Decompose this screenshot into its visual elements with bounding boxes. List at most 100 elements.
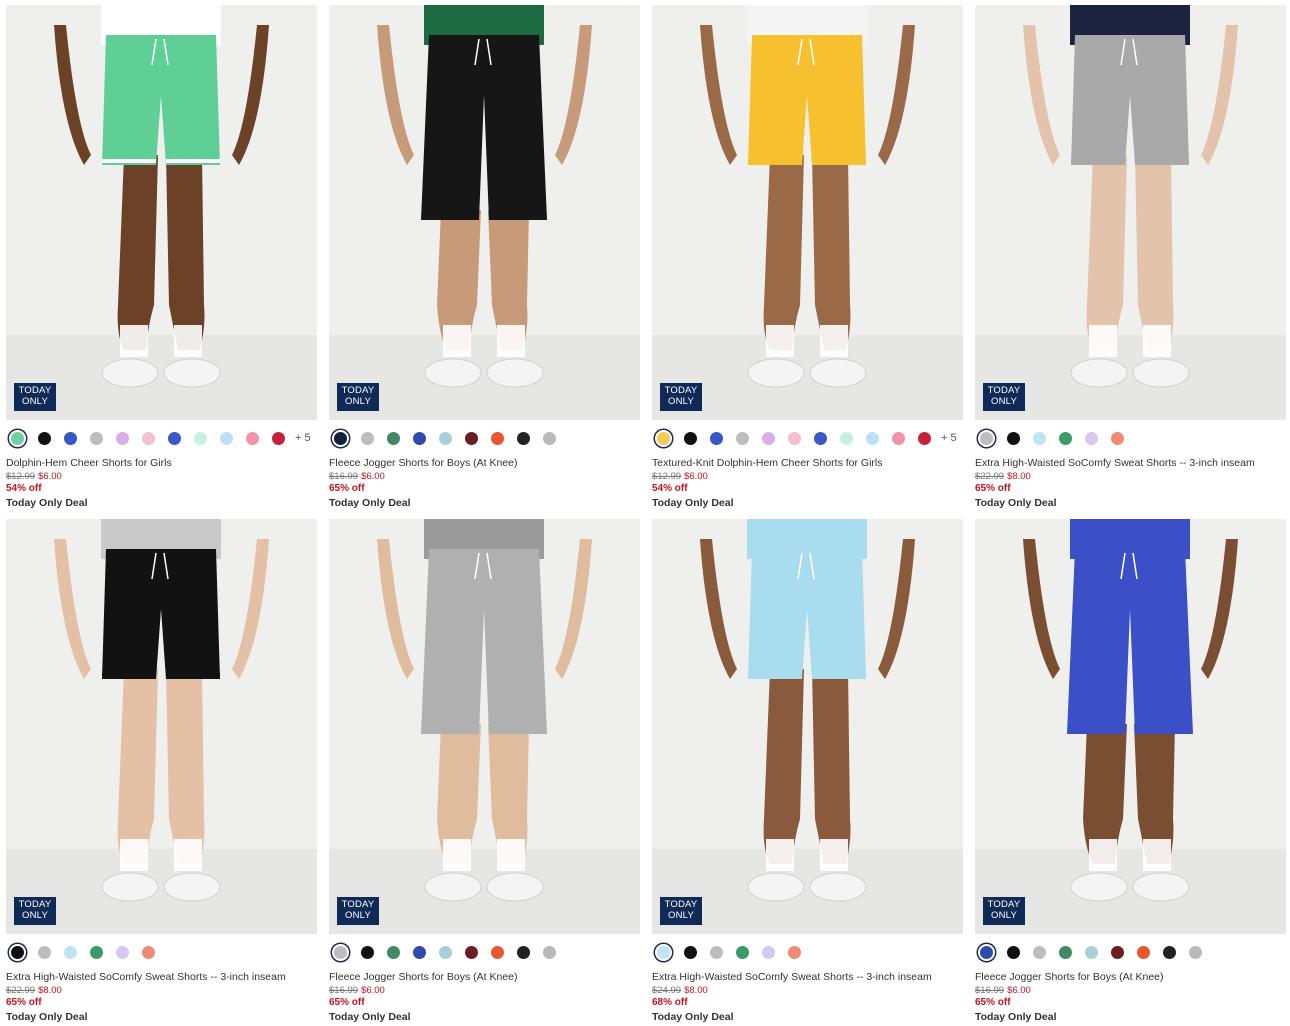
color-swatch[interactable] [142,945,155,959]
color-swatch[interactable] [116,945,129,959]
color-swatch[interactable] [1085,945,1098,959]
color-swatch[interactable] [332,943,349,961]
product-title[interactable]: Textured-Knit Dolphin-Hem Cheer Shorts f… [652,457,963,471]
product-card[interactable]: TODAY ONLY + 5 Textured-Knit Dolphin-Hem C… [652,5,963,519]
color-swatch[interactable] [978,943,995,961]
color-swatch[interactable] [1111,945,1124,959]
color-swatch[interactable] [762,431,775,445]
more-colors-link[interactable]: + 5 [941,432,957,444]
color-swatch[interactable] [439,431,452,445]
product-card[interactable]: TODAY ONLY Extra High-Waisted SoComfy Swe… [6,519,317,1026]
color-swatch[interactable] [116,431,129,445]
color-swatch[interactable] [1059,431,1072,445]
discount-label: 65% off [6,997,42,1008]
product-title[interactable]: Dolphin-Hem Cheer Shorts for Girls [6,457,317,471]
color-swatch[interactable] [465,945,478,959]
product-card[interactable]: TODAY ONLY Fleece Jogger Shorts for Boys … [975,519,1286,1026]
product-title[interactable]: Extra High-Waisted SoComfy Sweat Shorts … [975,457,1286,471]
color-swatch[interactable] [918,431,931,445]
color-swatch[interactable] [491,431,504,445]
product-row-1: TODAY ONLY + 5 Dolphin-Hem Cheer Shorts fo… [6,5,1286,519]
color-swatch[interactable] [246,431,259,445]
product-image[interactable]: TODAY ONLY [975,5,1286,420]
product-title[interactable]: Extra High-Waisted SoComfy Sweat Shorts … [652,971,963,985]
color-swatch[interactable] [1007,431,1020,445]
color-swatch[interactable] [655,429,672,447]
product-image[interactable]: TODAY ONLY [652,5,963,420]
product-image[interactable]: TODAY ONLY [652,519,963,934]
color-swatches [6,934,317,970]
color-swatch[interactable] [413,431,426,445]
product-image[interactable]: TODAY ONLY [6,519,317,934]
color-swatch[interactable] [1033,431,1046,445]
color-swatch[interactable] [361,945,374,959]
color-swatch[interactable] [1007,945,1020,959]
color-swatch[interactable] [413,945,426,959]
color-swatch[interactable] [361,431,374,445]
color-swatch[interactable] [762,945,775,959]
color-swatch[interactable] [736,431,749,445]
color-swatch[interactable] [710,431,723,445]
more-colors-link[interactable]: + 5 [295,432,311,444]
product-image[interactable]: TODAY ONLY [329,519,640,934]
color-swatch[interactable] [736,945,749,959]
color-swatch[interactable] [1189,945,1202,959]
color-swatch[interactable] [1085,431,1098,445]
color-swatch[interactable] [543,945,556,959]
color-swatch[interactable] [684,945,697,959]
product-card[interactable]: TODAY ONLY + 5 Dolphin-Hem Cheer Shorts fo… [6,5,317,519]
product-card[interactable]: TODAY ONLY Extra High-Waisted SoComfy Swe… [975,5,1286,519]
sale-price: $6.00 [1007,985,1031,996]
product-title[interactable]: Fleece Jogger Shorts for Boys (At Knee) [329,971,640,985]
product-card[interactable]: TODAY ONLY Fleece Jogger Shorts for Boys … [329,5,640,519]
color-swatch[interactable] [1111,431,1124,445]
color-swatch[interactable] [788,945,801,959]
color-swatch[interactable] [220,431,233,445]
color-swatch[interactable] [1059,945,1072,959]
color-swatch[interactable] [814,431,827,445]
color-swatch[interactable] [9,943,26,961]
product-card[interactable]: TODAY ONLY Extra High-Waisted SoComfy Swe… [652,519,963,1026]
color-swatch[interactable] [38,945,51,959]
product-image[interactable]: TODAY ONLY [329,5,640,420]
product-image[interactable]: TODAY ONLY [6,5,317,420]
color-swatch[interactable] [978,429,995,447]
color-swatch[interactable] [517,431,530,445]
color-swatch[interactable] [90,945,103,959]
color-swatch[interactable] [194,431,207,445]
product-title[interactable]: Extra High-Waisted SoComfy Sweat Shorts … [6,971,317,985]
product-row-2: TODAY ONLY Extra High-Waisted SoComfy Swe… [6,519,1286,1026]
deal-label: Today Only Deal [652,1011,734,1023]
color-swatch[interactable] [788,431,801,445]
color-swatch[interactable] [710,945,723,959]
color-swatch[interactable] [272,431,285,445]
color-swatch[interactable] [1033,945,1046,959]
color-swatch[interactable] [439,945,452,959]
product-image[interactable]: TODAY ONLY [975,519,1286,934]
product-title[interactable]: Fleece Jogger Shorts for Boys (At Knee) [975,971,1286,985]
color-swatch[interactable] [1163,945,1176,959]
color-swatch[interactable] [332,429,349,447]
color-swatch[interactable] [655,943,672,961]
color-swatch[interactable] [387,945,400,959]
color-swatch[interactable] [9,429,26,447]
color-swatch[interactable] [543,431,556,445]
color-swatch[interactable] [866,431,879,445]
product-card[interactable]: TODAY ONLY Fleece Jogger Shorts for Boys … [329,519,640,1026]
color-swatch[interactable] [168,431,181,445]
color-swatch[interactable] [465,431,478,445]
color-swatch[interactable] [840,431,853,445]
color-swatch[interactable] [1137,945,1150,959]
color-swatch[interactable] [90,431,103,445]
color-swatch[interactable] [892,431,905,445]
color-swatch[interactable] [142,431,155,445]
color-swatch[interactable] [64,431,77,445]
product-title[interactable]: Fleece Jogger Shorts for Boys (At Knee) [329,457,640,471]
color-swatch[interactable] [64,945,77,959]
color-swatch[interactable] [38,431,51,445]
color-swatch[interactable] [517,945,530,959]
color-swatch[interactable] [491,945,504,959]
color-swatch[interactable] [387,431,400,445]
color-swatch[interactable] [684,431,697,445]
discount-label: 54% off [652,483,688,494]
